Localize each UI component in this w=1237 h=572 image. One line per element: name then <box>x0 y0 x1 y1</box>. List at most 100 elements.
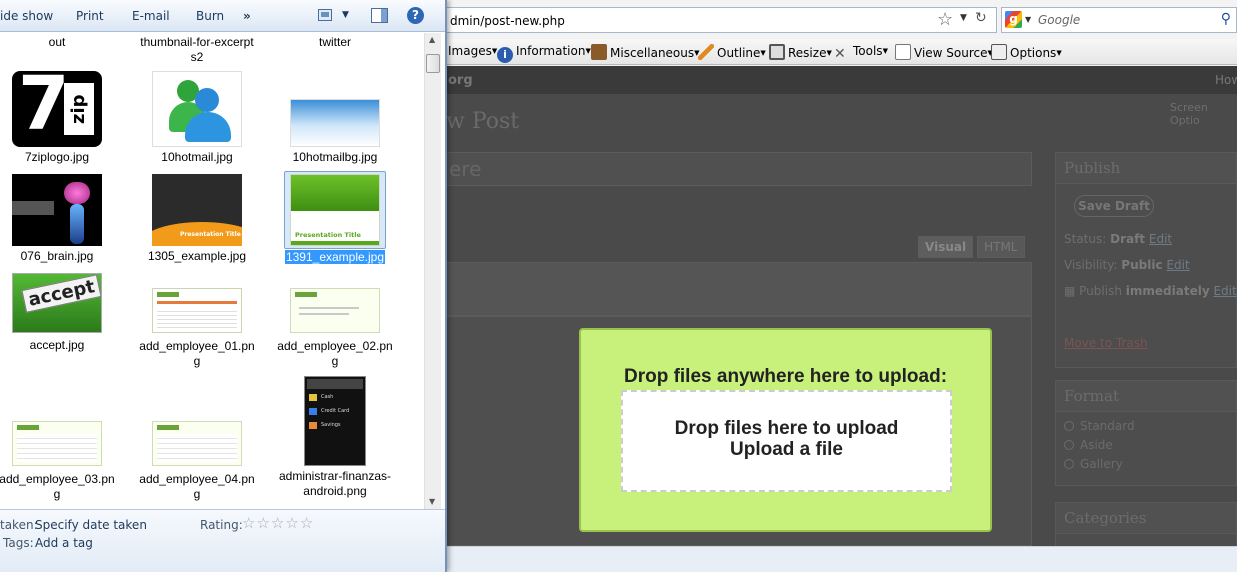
file-name: 10hotmailbg.jpg <box>292 150 378 164</box>
devbar-miscellaneous[interactable]: Miscellaneous▼ <box>591 44 700 60</box>
file-name: add_employee_01.png <box>139 339 255 368</box>
thumbnail-add-employee-01 <box>152 288 242 333</box>
url-history-dropdown-icon[interactable]: ▼ <box>960 13 967 23</box>
file-item[interactable]: twitter <box>273 35 397 50</box>
rating-star-icon[interactable]: ☆ <box>285 514 298 532</box>
file-item[interactable]: 076_brain.jpg <box>0 174 119 264</box>
rating-star-icon[interactable]: ☆ <box>256 514 269 532</box>
file-item[interactable]: add_employee_04.png <box>135 421 259 502</box>
scroll-down-icon[interactable]: ▼ <box>429 497 435 506</box>
zip-label: zip <box>64 83 94 135</box>
slideshow-button[interactable]: ide show <box>0 9 53 23</box>
dropdown-arrow-icon: ▼ <box>882 47 888 55</box>
file-name: thumbnail-for-excerpts2 <box>140 35 254 64</box>
info-icon: i <box>497 47 513 63</box>
file-item[interactable]: accept accept.jpg <box>0 273 119 353</box>
taken-label: taken: <box>0 518 38 532</box>
explorer-window: ide show Print E-mail Burn » ▼ ? out thu… <box>0 0 447 572</box>
move-to-trash-link[interactable]: Move to Trash <box>1064 336 1148 350</box>
preview-pane-icon[interactable] <box>371 8 388 23</box>
file-item[interactable]: thumbnail-for-excerpts2 <box>135 35 259 65</box>
publish-edit-link[interactable]: Edit <box>1213 284 1236 298</box>
publish-row: ▦ Publish immediately Edit <box>1064 284 1237 298</box>
devbar-tools[interactable]: ✕ Tools▼ <box>834 44 888 62</box>
thumbnail-accept: accept <box>12 273 102 333</box>
status-edit-link[interactable]: Edit <box>1149 232 1172 246</box>
sidebar: Publish Save Draft Status: Draft Edit Vi… <box>1055 152 1237 562</box>
file-item-selected[interactable]: Presentation Title 1391_example.jpg <box>273 171 397 265</box>
admin-header: org How <box>444 66 1237 94</box>
file-name: add_employee_02.png <box>277 339 393 368</box>
file-item[interactable]: add_employee_02.png <box>273 288 397 369</box>
drop-area[interactable]: Drop files here to upload Upload a file <box>621 390 952 492</box>
thumbnail-brain <box>12 174 102 246</box>
post-title-input[interactable]: ere <box>444 152 1032 186</box>
rating-star-icon[interactable]: ☆ <box>271 514 284 532</box>
thumbnail-add-employee-03 <box>12 421 102 466</box>
dropdown-arrow-icon: ▼ <box>760 49 766 57</box>
rating-star-icon[interactable]: ☆ <box>300 514 313 532</box>
address-bar[interactable]: dmin/post-new.php ☆ ▼ ↻ <box>444 7 997 33</box>
visibility-row: Visibility: Public Edit <box>1064 258 1190 272</box>
change-view-icon[interactable] <box>318 9 332 21</box>
devbar-images[interactable]: Images▼ <box>448 44 497 58</box>
view-dropdown-icon[interactable]: ▼ <box>342 10 349 20</box>
format-box: Format Standard Aside Gallery <box>1055 380 1237 486</box>
format-standard-radio[interactable]: Standard <box>1064 419 1135 433</box>
rating-stars[interactable]: ☆☆☆☆☆ <box>242 514 314 532</box>
file-item[interactable]: out <box>0 35 119 50</box>
file-name: add_employee_04.png <box>139 472 255 501</box>
dropdown-arrow-icon: ▼ <box>826 49 832 57</box>
file-name: 7ziplogo.jpg <box>24 150 90 164</box>
devbar-view-source[interactable]: View Source▼ <box>895 44 993 60</box>
visibility-edit-link[interactable]: Edit <box>1166 258 1189 272</box>
date-taken-field[interactable]: Specify date taken <box>35 518 147 532</box>
devbar-resize[interactable]: Resize▼ <box>769 44 832 60</box>
search-box[interactable]: g ▼ Google ⚲ <box>1001 7 1237 33</box>
devbar-information[interactable]: i Information▼ <box>497 44 591 63</box>
help-icon[interactable]: ? <box>407 7 424 24</box>
devbar-outline[interactable]: Outline▼ <box>698 44 766 60</box>
tags-field[interactable]: Add a tag <box>35 536 93 550</box>
tags-label: Tags: <box>3 536 34 550</box>
vertical-scrollbar[interactable]: ▲ ▼ <box>424 33 441 509</box>
file-item[interactable]: Presentation Title 1305_example.jpg <box>135 174 259 264</box>
upload-dropzone-overlay[interactable]: Drop files anywhere here to upload: Drop… <box>579 328 992 532</box>
details-pane: taken: Specify date taken Rating: ☆☆☆☆☆ … <box>0 509 445 572</box>
bookmark-star-icon[interactable]: ☆ <box>937 9 953 30</box>
search-magnifier-icon[interactable]: ⚲ <box>1221 11 1231 27</box>
format-heading: Format <box>1056 381 1236 412</box>
burn-button[interactable]: Burn <box>196 9 224 23</box>
scroll-up-icon[interactable]: ▲ <box>429 35 435 44</box>
engine-dropdown-icon[interactable]: ▼ <box>1025 15 1031 24</box>
tab-html[interactable]: HTML <box>977 236 1025 258</box>
reload-icon[interactable]: ↻ <box>975 10 993 28</box>
scroll-thumb[interactable] <box>426 54 440 73</box>
file-item[interactable]: add_employee_03.png <box>0 421 119 502</box>
print-button[interactable]: Print <box>76 9 104 23</box>
file-item[interactable]: 7 zip 7ziplogo.jpg <box>0 71 119 165</box>
upload-file-link[interactable]: Upload a file <box>623 439 950 461</box>
more-commands-button[interactable]: » <box>243 9 251 23</box>
tab-visual[interactable]: Visual <box>918 236 974 258</box>
publish-heading: Publish <box>1056 153 1236 184</box>
screen-options-button[interactable]: Screen Optio <box>1170 101 1237 127</box>
thumbnail-hotmail <box>152 71 242 147</box>
site-name[interactable]: org <box>448 73 473 88</box>
file-item[interactable]: 10hotmailbg.jpg <box>273 71 397 165</box>
save-draft-button[interactable]: Save Draft <box>1074 195 1154 217</box>
file-item[interactable]: 10hotmail.jpg <box>135 71 259 165</box>
thumbnail-1305: Presentation Title <box>152 174 242 246</box>
editor-tabs: Visual HTML <box>918 236 1029 258</box>
email-button[interactable]: E-mail <box>132 9 170 23</box>
devbar-options[interactable]: Options▼ <box>991 44 1062 60</box>
misc-icon <box>591 44 607 60</box>
format-aside-radio[interactable]: Aside <box>1064 438 1113 452</box>
google-engine-icon[interactable]: g <box>1005 11 1022 28</box>
rating-star-icon[interactable]: ☆ <box>242 514 255 532</box>
howdy-user[interactable]: How <box>1215 73 1237 87</box>
file-item[interactable]: Cash Credit Card Savings administrar-fin… <box>273 376 397 499</box>
file-item[interactable]: add_employee_01.png <box>135 288 259 369</box>
format-gallery-radio[interactable]: Gallery <box>1064 457 1123 471</box>
file-name: administrar-finanzas-android.png <box>278 469 392 498</box>
